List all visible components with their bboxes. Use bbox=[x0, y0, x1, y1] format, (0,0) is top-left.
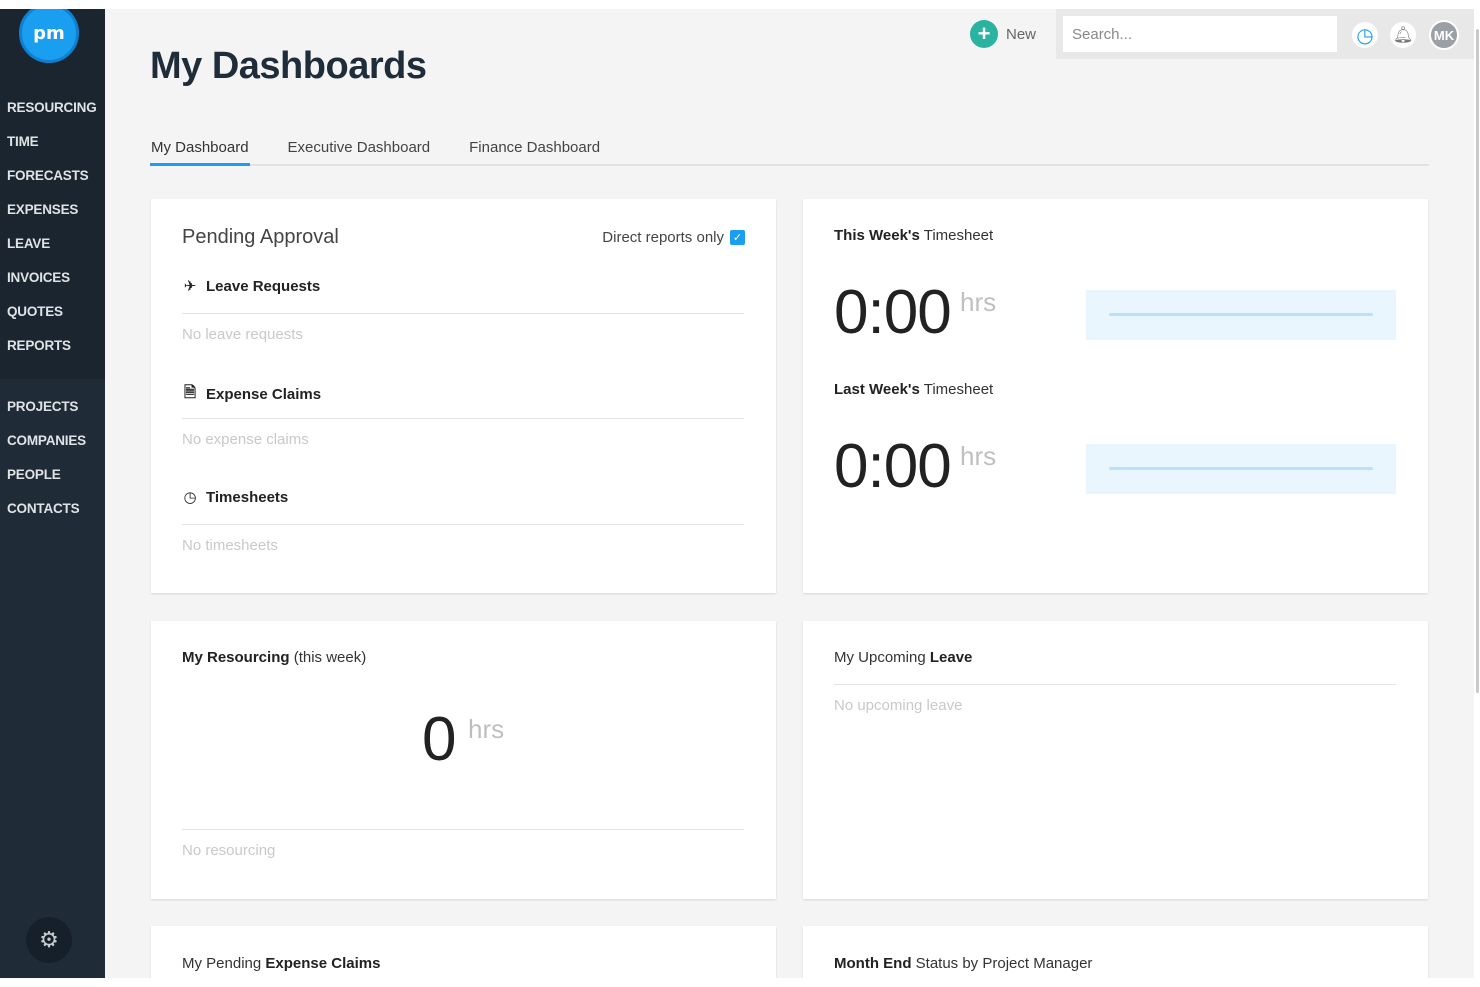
month-end-status-title: Month End Status by Project Manager bbox=[834, 955, 1092, 972]
last-week-title-rest: Timesheet bbox=[919, 381, 994, 398]
month-end-title-bold: Month End bbox=[834, 955, 912, 972]
direct-reports-label: Direct reports only bbox=[602, 229, 724, 246]
resourcing-empty: No resourcing bbox=[182, 842, 276, 859]
upcoming-leave-title: My Upcoming Leave bbox=[834, 649, 972, 666]
sidebar: pm RESOURCING TIME FORECASTS EXPENSES LE… bbox=[0, 9, 105, 978]
upcoming-leave-card: My Upcoming Leave No upcoming leave bbox=[803, 621, 1428, 899]
sidebar-item-leave[interactable]: LEAVE bbox=[0, 227, 105, 261]
pending-approval-title: Pending Approval bbox=[182, 226, 339, 248]
sidebar-item-projects[interactable]: PROJECTS bbox=[0, 390, 105, 424]
this-week-hours: 0:00 bbox=[834, 278, 952, 347]
sidebar-item-forecasts[interactable]: FORECASTS bbox=[0, 159, 105, 193]
pending-approval-card: Pending Approval Direct reports only ✓ ✈… bbox=[151, 199, 776, 593]
dashboard-tabs: My Dashboard Executive Dashboard Finance… bbox=[150, 133, 1429, 166]
sidebar-item-expenses[interactable]: EXPENSES bbox=[0, 193, 105, 227]
divider bbox=[182, 418, 744, 419]
sidebar-item-companies[interactable]: COMPANIES bbox=[0, 424, 105, 458]
sidebar-item-quotes[interactable]: QUOTES bbox=[0, 295, 105, 329]
tab-my-dashboard[interactable]: My Dashboard bbox=[150, 133, 250, 166]
clock-icon[interactable]: ◷ bbox=[1352, 22, 1378, 48]
pending-expense-claims-title: My Pending Expense Claims bbox=[182, 955, 380, 972]
month-end-status-card: Month End Status by Project Manager bbox=[803, 926, 1428, 978]
resourcing-hours: 0 bbox=[422, 705, 456, 774]
plus-icon: + bbox=[970, 20, 998, 48]
divider bbox=[834, 684, 1396, 685]
last-week-title-bold: Last Week's bbox=[834, 381, 920, 398]
page-title: My Dashboards bbox=[150, 45, 427, 87]
new-button[interactable]: + New bbox=[970, 20, 1036, 48]
pending-expense-title-plain: My Pending bbox=[182, 955, 266, 972]
logo-text: pm bbox=[33, 22, 65, 44]
resourcing-unit: hrs bbox=[468, 714, 505, 744]
sidebar-nav-secondary: PROJECTS COMPANIES PEOPLE CONTACTS bbox=[0, 390, 105, 526]
timesheets-label: Timesheets bbox=[206, 488, 289, 506]
sidebar-nav-primary: RESOURCING TIME FORECASTS EXPENSES LEAVE… bbox=[0, 91, 105, 363]
expense-claims-heading: 🗎 Expense Claims bbox=[182, 382, 321, 407]
sidebar-item-time[interactable]: TIME bbox=[0, 125, 105, 159]
pending-expense-claims-card: My Pending Expense Claims bbox=[151, 926, 776, 978]
tab-finance-dashboard[interactable]: Finance Dashboard bbox=[468, 133, 601, 166]
search-input[interactable] bbox=[1063, 16, 1337, 52]
last-week-unit: hrs bbox=[960, 441, 997, 471]
last-week-timesheet-title: Last Week's Timesheet bbox=[834, 381, 993, 398]
divider bbox=[182, 524, 744, 525]
avatar-initials: MK bbox=[1433, 27, 1455, 43]
leave-requests-empty: No leave requests bbox=[182, 326, 303, 343]
direct-reports-toggle[interactable]: Direct reports only ✓ bbox=[602, 229, 745, 246]
plane-icon: ✈ bbox=[183, 278, 197, 295]
sidebar-item-resourcing[interactable]: RESOURCING bbox=[0, 91, 105, 125]
my-resourcing-title-bold: My Resourcing bbox=[182, 649, 290, 666]
progress-track bbox=[1109, 467, 1373, 470]
timesheet-card: This Week's Timesheet 0:00 hrs Last Week… bbox=[803, 199, 1428, 593]
sidebar-item-invoices[interactable]: INVOICES bbox=[0, 261, 105, 295]
last-week-progress bbox=[1086, 444, 1396, 494]
leave-requests-heading: ✈ Leave Requests bbox=[182, 277, 321, 296]
this-week-unit: hrs bbox=[960, 287, 997, 317]
progress-track bbox=[1109, 313, 1373, 316]
my-resourcing-title-rest: (this week) bbox=[289, 649, 367, 666]
expense-claims-label: Expense Claims bbox=[206, 386, 322, 403]
divider bbox=[182, 313, 744, 314]
upcoming-leave-empty: No upcoming leave bbox=[834, 697, 963, 714]
divider bbox=[182, 829, 744, 830]
my-resourcing-title: My Resourcing (this week) bbox=[182, 649, 366, 666]
timesheets-heading: ◷ Timesheets bbox=[182, 488, 289, 507]
sidebar-item-contacts[interactable]: CONTACTS bbox=[0, 492, 105, 526]
my-resourcing-card: My Resourcing (this week) 0 hrs No resou… bbox=[151, 621, 776, 899]
expense-claims-empty: No expense claims bbox=[182, 431, 309, 448]
timesheets-empty: No timesheets bbox=[182, 537, 278, 554]
upcoming-leave-title-bold: Leave bbox=[929, 649, 973, 666]
leave-requests-label: Leave Requests bbox=[206, 277, 321, 295]
sidebar-item-reports[interactable]: REPORTS bbox=[0, 329, 105, 363]
tab-executive-dashboard[interactable]: Executive Dashboard bbox=[287, 133, 432, 166]
month-end-title-rest: Status by Project Manager bbox=[911, 955, 1093, 972]
new-button-label: New bbox=[1006, 25, 1037, 43]
app-frame: pm RESOURCING TIME FORECASTS EXPENSES LE… bbox=[0, 9, 1474, 978]
direct-reports-checkbox[interactable]: ✓ bbox=[730, 230, 745, 245]
avatar[interactable]: MK bbox=[1429, 20, 1459, 50]
gear-icon[interactable]: ⚙ bbox=[26, 917, 72, 963]
upcoming-leave-title-plain: My Upcoming bbox=[834, 649, 930, 666]
this-week-title-bold: This Week's bbox=[834, 227, 920, 244]
this-week-timesheet-title: This Week's Timesheet bbox=[834, 227, 993, 244]
scrollbar-thumb[interactable] bbox=[1476, 29, 1479, 693]
last-week-hours: 0:00 bbox=[834, 432, 952, 501]
pending-expense-title-bold: Expense Claims bbox=[265, 955, 381, 972]
bell-icon[interactable]: 🔔︎ bbox=[1390, 22, 1416, 48]
clock-icon: ◷ bbox=[183, 489, 197, 506]
window-scrollbar[interactable] bbox=[1474, 9, 1480, 978]
receipt-icon: 🗎 bbox=[183, 384, 197, 401]
this-week-title-rest: Timesheet bbox=[919, 227, 994, 244]
this-week-progress bbox=[1086, 290, 1396, 340]
sidebar-item-people[interactable]: PEOPLE bbox=[0, 458, 105, 492]
